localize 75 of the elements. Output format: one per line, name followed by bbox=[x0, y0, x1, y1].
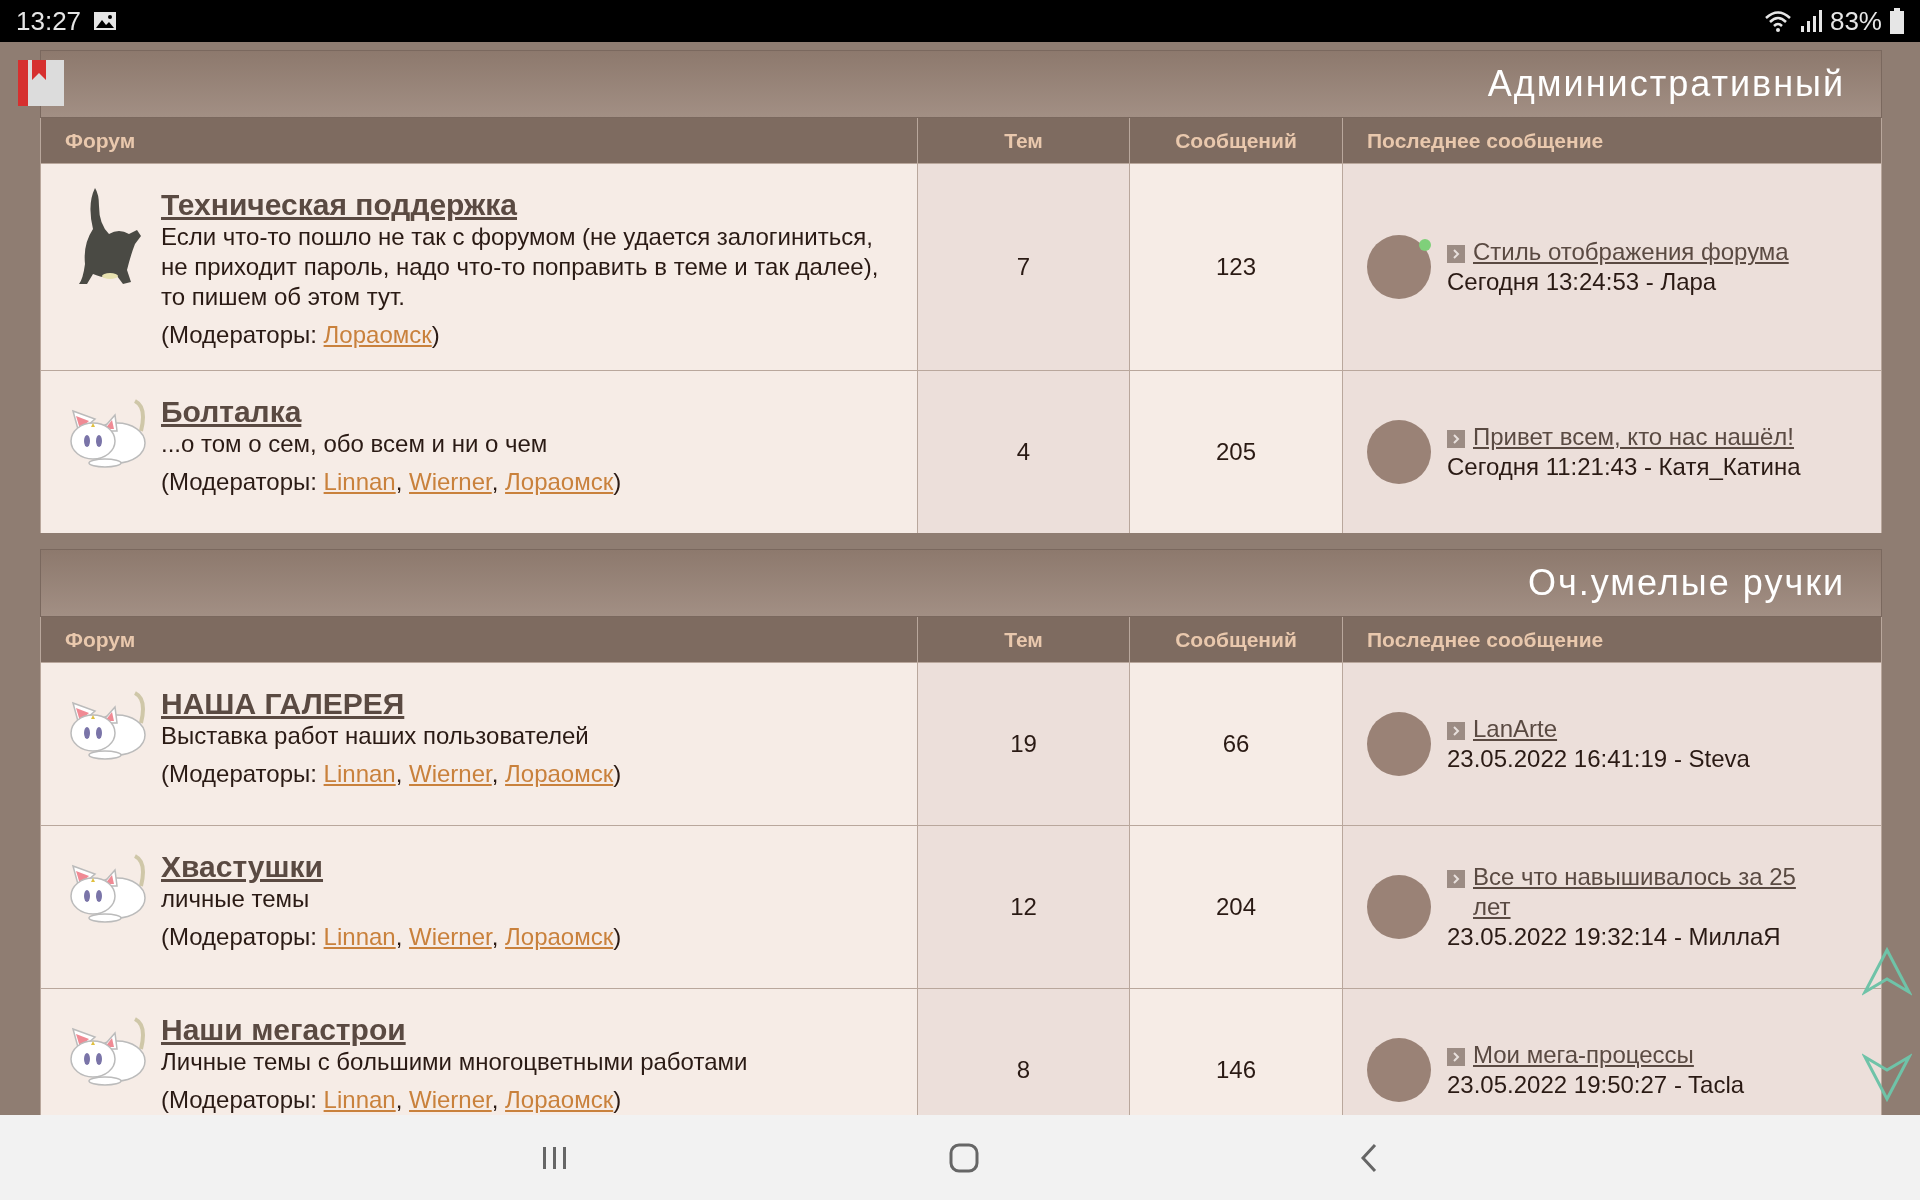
wifi-icon bbox=[1763, 9, 1792, 33]
moderators-line: (Модераторы: Linnan, Wierner, Лораомск) bbox=[161, 1085, 623, 1115]
column-title: Тем bbox=[1004, 626, 1043, 653]
moderator-link[interactable]: Лораомск bbox=[505, 1086, 614, 1113]
back-icon[interactable] bbox=[1359, 1142, 1379, 1173]
forum-title-link[interactable]: Наши мегастрои bbox=[161, 1013, 406, 1047]
category-title: Оч.умелые ручки bbox=[1527, 561, 1845, 605]
column-title: Сообщений bbox=[1175, 626, 1297, 653]
forum-description: личные темы bbox=[161, 884, 311, 914]
moderator-link[interactable]: Linnan bbox=[323, 923, 396, 950]
topic-count: 12 bbox=[1010, 892, 1037, 922]
topic-count: 7 bbox=[1016, 252, 1031, 282]
forum-description: ...о том о сем, обо всем и ни о чем bbox=[161, 429, 549, 459]
moderator-link[interactable]: Wierner bbox=[409, 468, 492, 495]
forum-title-link[interactable]: Техническая поддержка bbox=[161, 188, 517, 222]
last-post-info: 23.05.2022 16:41:19 - Steva bbox=[1447, 744, 1750, 774]
post-count: 205 bbox=[1215, 437, 1256, 467]
post-count: 204 bbox=[1215, 892, 1256, 922]
forum-title-link[interactable]: Болталка bbox=[161, 395, 302, 429]
last-post-link[interactable]: Стиль отображения форума bbox=[1473, 237, 1789, 267]
moderator-link[interactable]: Лораомск bbox=[505, 468, 614, 495]
column-title: Форум bbox=[65, 127, 136, 154]
post-count: 123 bbox=[1215, 252, 1256, 282]
moderator-link[interactable]: Лораомск bbox=[323, 321, 432, 348]
moderator-link[interactable]: Wierner bbox=[409, 923, 492, 950]
scroll-up-icon[interactable] bbox=[1862, 947, 1912, 997]
moderators-line: (Модераторы: Linnan, Wierner, Лораомск) bbox=[161, 467, 622, 497]
post-count: 66 bbox=[1222, 729, 1250, 759]
battery-percent: 83% bbox=[1829, 4, 1882, 38]
last-post-info: 23.05.2022 19:32:14 - МиллаЯ bbox=[1447, 922, 1782, 952]
home-icon[interactable] bbox=[949, 1142, 979, 1173]
forum-description: Личные темы с большими многоцветными работами bbox=[161, 1047, 748, 1077]
moderator-link[interactable]: Wierner bbox=[409, 1086, 492, 1113]
arrow-box-icon bbox=[1447, 1048, 1465, 1066]
recent-apps-icon[interactable] bbox=[541, 1144, 569, 1171]
arrow-box-icon bbox=[1447, 870, 1465, 888]
signal-icon bbox=[1799, 9, 1822, 33]
topic-count: 4 bbox=[1016, 437, 1031, 467]
moderator-link[interactable]: Linnan bbox=[323, 1086, 396, 1113]
last-post-link[interactable]: Все что навышивалось за 25 лет bbox=[1473, 862, 1833, 922]
column-title: Тем bbox=[1004, 127, 1043, 154]
battery-icon bbox=[1890, 8, 1904, 34]
scroll-down-icon[interactable] bbox=[1862, 1052, 1912, 1102]
post-count: 146 bbox=[1215, 1055, 1256, 1085]
last-post-info: Сегодня 13:24:53 - Лара bbox=[1447, 267, 1718, 297]
category-title: Административный bbox=[1487, 62, 1845, 106]
column-title: Форум bbox=[65, 626, 136, 653]
column-title: Сообщений bbox=[1175, 127, 1297, 154]
column-title: Последнее сообщение bbox=[1367, 127, 1604, 154]
topic-count: 8 bbox=[1016, 1055, 1031, 1085]
moderator-link[interactable]: Лораомск bbox=[505, 760, 614, 787]
moderators-line: (Модераторы: Лораомск) bbox=[161, 320, 441, 350]
arrow-box-icon bbox=[1447, 430, 1465, 448]
column-title: Последнее сообщение bbox=[1367, 626, 1604, 653]
arrow-box-icon bbox=[1447, 245, 1465, 263]
forum-title-link[interactable]: Хвастушки bbox=[161, 850, 323, 884]
topic-count: 19 bbox=[1010, 729, 1037, 759]
last-post-info: Сегодня 11:21:43 - Катя_Катина bbox=[1447, 452, 1801, 482]
bookmark-icon[interactable] bbox=[18, 60, 64, 106]
forum-title-link[interactable]: НАША ГАЛЕРЕЯ bbox=[161, 687, 405, 721]
last-post-link[interactable]: LanArte bbox=[1473, 714, 1558, 744]
last-post-link[interactable]: Привет всем, кто нас нашёл! bbox=[1473, 422, 1794, 452]
last-post-link[interactable]: Мои мега-процессы bbox=[1473, 1040, 1694, 1070]
image-icon bbox=[93, 11, 118, 31]
moderator-link[interactable]: Linnan bbox=[323, 468, 396, 495]
status-time: 13:27 bbox=[16, 4, 82, 38]
moderator-link[interactable]: Лораомск bbox=[505, 923, 614, 950]
moderators-line: (Модераторы: Linnan, Wierner, Лораомск) bbox=[161, 759, 622, 789]
moderator-link[interactable]: Wierner bbox=[409, 760, 492, 787]
moderators-line: (Модераторы: Linnan, Wierner, Лораомск) bbox=[161, 922, 622, 952]
forum-description: Выставка работ наших пользователей bbox=[161, 721, 590, 751]
arrow-box-icon bbox=[1447, 722, 1465, 740]
forum-description: Если что-то пошло не так с форумом (не удается залогиниться, не приходит пароль, надо что-то поправить в теме и так далее), то пишем об этом тут. bbox=[161, 222, 880, 312]
last-post-info: 23.05.2022 19:50:27 - Tacla bbox=[1447, 1070, 1745, 1100]
moderator-link[interactable]: Linnan bbox=[323, 760, 396, 787]
